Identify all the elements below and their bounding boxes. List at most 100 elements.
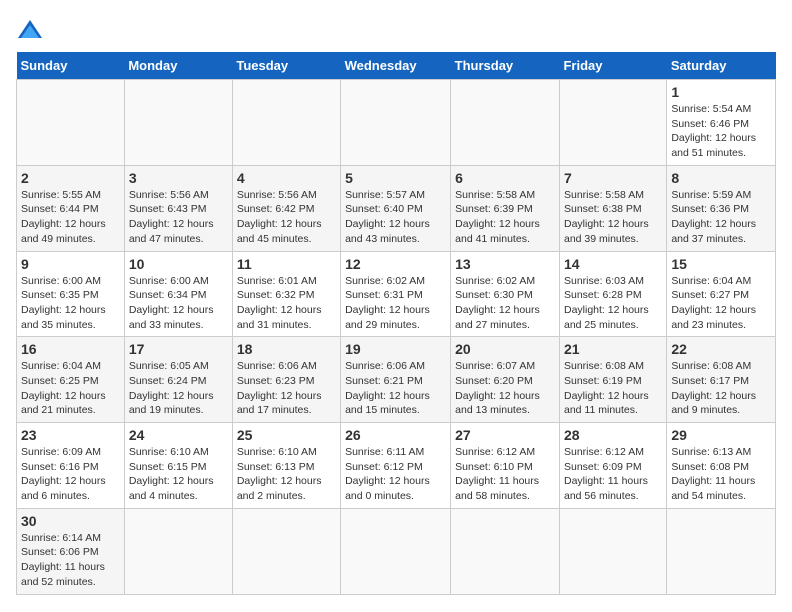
calendar-day-cell: 22 Sunrise: 6:08 AMSunset: 6:17 PMDayligh… bbox=[667, 337, 776, 423]
calendar-day-cell: 29 Sunrise: 6:13 AMSunset: 6:08 PMDayligh… bbox=[667, 423, 776, 509]
day-number: 20 bbox=[455, 341, 555, 357]
day-info: Sunrise: 5:57 AMSunset: 6:40 PMDaylight:… bbox=[345, 188, 446, 247]
day-number: 18 bbox=[237, 341, 336, 357]
calendar-table: SundayMondayTuesdayWednesdayThursdayFrid… bbox=[16, 52, 776, 595]
calendar-day-cell bbox=[124, 80, 232, 166]
calendar-week-row: 2Sunrise: 5:55 AMSunset: 6:44 PMDaylight… bbox=[17, 165, 776, 251]
day-info: Sunrise: 6:06 AMSunset: 6:23 PMDaylight:… bbox=[237, 359, 336, 418]
day-number: 4 bbox=[237, 170, 336, 186]
calendar-day-cell: 5 Sunrise: 5:57 AMSunset: 6:40 PMDaylight… bbox=[341, 165, 451, 251]
header bbox=[16, 16, 776, 44]
day-number: 16 bbox=[21, 341, 120, 357]
calendar-week-row: 9 Sunrise: 6:00 AMSunset: 6:35 PMDaylight… bbox=[17, 251, 776, 337]
day-number: 29 bbox=[671, 427, 771, 443]
day-info: Sunrise: 6:02 AMSunset: 6:31 PMDaylight:… bbox=[345, 274, 446, 333]
calendar-day-cell: 27Sunrise: 6:12 AMSunset: 6:10 PMDayligh… bbox=[451, 423, 560, 509]
day-number: 1 bbox=[671, 84, 771, 100]
header-row: SundayMondayTuesdayWednesdayThursdayFrid… bbox=[17, 52, 776, 80]
day-info: Sunrise: 6:00 AMSunset: 6:35 PMDaylight:… bbox=[21, 274, 120, 333]
calendar-day-cell bbox=[17, 80, 125, 166]
day-info: Sunrise: 5:58 AMSunset: 6:39 PMDaylight:… bbox=[455, 188, 555, 247]
calendar-day-cell: 28 Sunrise: 6:12 AMSunset: 6:09 PMDayligh… bbox=[559, 423, 666, 509]
day-info: Sunrise: 5:58 AMSunset: 6:38 PMDaylight:… bbox=[564, 188, 662, 247]
calendar-day-cell bbox=[341, 508, 451, 594]
day-number: 12 bbox=[345, 256, 446, 272]
day-info: Sunrise: 5:56 AMSunset: 6:43 PMDaylight:… bbox=[129, 188, 228, 247]
calendar-day-cell: 13Sunrise: 6:02 AMSunset: 6:30 PMDayligh… bbox=[451, 251, 560, 337]
day-number: 28 bbox=[564, 427, 662, 443]
day-info: Sunrise: 6:10 AMSunset: 6:15 PMDaylight:… bbox=[129, 445, 228, 504]
calendar-day-cell: 20 Sunrise: 6:07 AMSunset: 6:20 PMDayligh… bbox=[451, 337, 560, 423]
calendar-day-cell bbox=[559, 508, 666, 594]
day-info: Sunrise: 6:10 AMSunset: 6:13 PMDaylight:… bbox=[237, 445, 336, 504]
weekday-header: Saturday bbox=[667, 52, 776, 80]
calendar-day-cell bbox=[559, 80, 666, 166]
calendar-day-cell: 14 Sunrise: 6:03 AMSunset: 6:28 PMDayligh… bbox=[559, 251, 666, 337]
day-number: 6 bbox=[455, 170, 555, 186]
day-number: 5 bbox=[345, 170, 446, 186]
calendar-day-cell: 6 Sunrise: 5:58 AMSunset: 6:39 PMDaylight… bbox=[451, 165, 560, 251]
calendar-day-cell: 16 Sunrise: 6:04 AMSunset: 6:25 PMDayligh… bbox=[17, 337, 125, 423]
calendar-week-row: 16 Sunrise: 6:04 AMSunset: 6:25 PMDayligh… bbox=[17, 337, 776, 423]
weekday-header: Wednesday bbox=[341, 52, 451, 80]
logo bbox=[16, 16, 48, 44]
calendar-day-cell: 8 Sunrise: 5:59 AMSunset: 6:36 PMDaylight… bbox=[667, 165, 776, 251]
day-number: 8 bbox=[671, 170, 771, 186]
calendar-day-cell: 18 Sunrise: 6:06 AMSunset: 6:23 PMDayligh… bbox=[232, 337, 340, 423]
day-info: Sunrise: 6:03 AMSunset: 6:28 PMDaylight:… bbox=[564, 274, 662, 333]
day-number: 17 bbox=[129, 341, 228, 357]
calendar-week-row: 23 Sunrise: 6:09 AMSunset: 6:16 PMDayligh… bbox=[17, 423, 776, 509]
calendar-day-cell: 15 Sunrise: 6:04 AMSunset: 6:27 PMDayligh… bbox=[667, 251, 776, 337]
calendar-day-cell: 7Sunrise: 5:58 AMSunset: 6:38 PMDaylight… bbox=[559, 165, 666, 251]
day-info: Sunrise: 6:08 AMSunset: 6:17 PMDaylight:… bbox=[671, 359, 771, 418]
calendar-day-cell: 3 Sunrise: 5:56 AMSunset: 6:43 PMDaylight… bbox=[124, 165, 232, 251]
day-number: 26 bbox=[345, 427, 446, 443]
day-number: 27 bbox=[455, 427, 555, 443]
day-info: Sunrise: 6:11 AMSunset: 6:12 PMDaylight:… bbox=[345, 445, 446, 504]
calendar-day-cell: 19Sunrise: 6:06 AMSunset: 6:21 PMDayligh… bbox=[341, 337, 451, 423]
day-info: Sunrise: 6:09 AMSunset: 6:16 PMDaylight:… bbox=[21, 445, 120, 504]
day-number: 3 bbox=[129, 170, 228, 186]
day-info: Sunrise: 6:01 AMSunset: 6:32 PMDaylight:… bbox=[237, 274, 336, 333]
weekday-header: Monday bbox=[124, 52, 232, 80]
day-info: Sunrise: 6:04 AMSunset: 6:25 PMDaylight:… bbox=[21, 359, 120, 418]
day-info: Sunrise: 6:08 AMSunset: 6:19 PMDaylight:… bbox=[564, 359, 662, 418]
logo-icon bbox=[16, 16, 44, 44]
day-info: Sunrise: 6:07 AMSunset: 6:20 PMDaylight:… bbox=[455, 359, 555, 418]
calendar-day-cell: 30Sunrise: 6:14 AMSunset: 6:06 PMDayligh… bbox=[17, 508, 125, 594]
day-info: Sunrise: 6:04 AMSunset: 6:27 PMDaylight:… bbox=[671, 274, 771, 333]
day-info: Sunrise: 5:59 AMSunset: 6:36 PMDaylight:… bbox=[671, 188, 771, 247]
day-number: 11 bbox=[237, 256, 336, 272]
day-number: 14 bbox=[564, 256, 662, 272]
calendar-day-cell: 12 Sunrise: 6:02 AMSunset: 6:31 PMDayligh… bbox=[341, 251, 451, 337]
day-number: 21 bbox=[564, 341, 662, 357]
weekday-header: Friday bbox=[559, 52, 666, 80]
day-info: Sunrise: 6:12 AMSunset: 6:09 PMDaylight:… bbox=[564, 445, 662, 504]
calendar-day-cell: 4 Sunrise: 5:56 AMSunset: 6:42 PMDaylight… bbox=[232, 165, 340, 251]
day-info: Sunrise: 5:56 AMSunset: 6:42 PMDaylight:… bbox=[237, 188, 336, 247]
day-number: 23 bbox=[21, 427, 120, 443]
day-number: 9 bbox=[21, 256, 120, 272]
day-number: 22 bbox=[671, 341, 771, 357]
calendar-day-cell: 25Sunrise: 6:10 AMSunset: 6:13 PMDayligh… bbox=[232, 423, 340, 509]
day-info: Sunrise: 6:13 AMSunset: 6:08 PMDaylight:… bbox=[671, 445, 771, 504]
calendar-day-cell: 26 Sunrise: 6:11 AMSunset: 6:12 PMDayligh… bbox=[341, 423, 451, 509]
day-number: 2 bbox=[21, 170, 120, 186]
calendar-day-cell bbox=[451, 508, 560, 594]
calendar-day-cell: 24Sunrise: 6:10 AMSunset: 6:15 PMDayligh… bbox=[124, 423, 232, 509]
calendar-week-row: 30Sunrise: 6:14 AMSunset: 6:06 PMDayligh… bbox=[17, 508, 776, 594]
day-info: Sunrise: 6:00 AMSunset: 6:34 PMDaylight:… bbox=[129, 274, 228, 333]
day-info: Sunrise: 6:06 AMSunset: 6:21 PMDaylight:… bbox=[345, 359, 446, 418]
day-number: 10 bbox=[129, 256, 228, 272]
calendar-day-cell bbox=[341, 80, 451, 166]
calendar-day-cell: 21 Sunrise: 6:08 AMSunset: 6:19 PMDayligh… bbox=[559, 337, 666, 423]
calendar-day-cell: 10 Sunrise: 6:00 AMSunset: 6:34 PMDayligh… bbox=[124, 251, 232, 337]
calendar-day-cell bbox=[232, 80, 340, 166]
calendar-day-cell bbox=[232, 508, 340, 594]
day-info: Sunrise: 6:02 AMSunset: 6:30 PMDaylight:… bbox=[455, 274, 555, 333]
day-number: 15 bbox=[671, 256, 771, 272]
calendar-day-cell: 1 Sunrise: 5:54 AMSunset: 6:46 PMDaylight… bbox=[667, 80, 776, 166]
day-info: Sunrise: 5:54 AMSunset: 6:46 PMDaylight:… bbox=[671, 102, 771, 161]
calendar-day-cell bbox=[667, 508, 776, 594]
day-info: Sunrise: 6:14 AMSunset: 6:06 PMDaylight:… bbox=[21, 531, 120, 590]
